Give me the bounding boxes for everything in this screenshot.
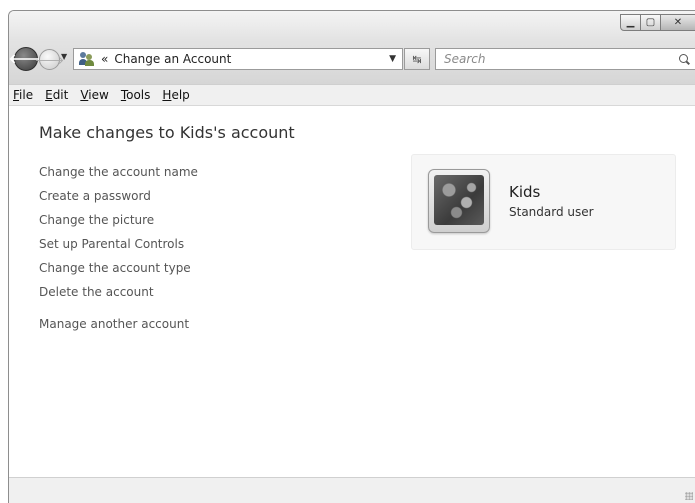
chevron-down-icon: ▼ xyxy=(61,52,68,61)
user-accounts-icon xyxy=(79,52,95,66)
close-button[interactable]: ✕ xyxy=(660,14,695,31)
maximize-button[interactable]: ▢ xyxy=(640,14,661,31)
task-change-account-name[interactable]: Change the account name xyxy=(39,164,198,188)
account-card: Kids Standard user xyxy=(411,154,676,250)
menu-help[interactable]: Help xyxy=(156,88,195,102)
navigation-bar: 🡐 🡒 ▼ « Change an Account ▼ ↹ Search xyxy=(9,46,695,72)
maximize-icon: ▢ xyxy=(645,17,656,28)
minimize-icon: ▁ xyxy=(626,17,635,28)
breadcrumb-overflow-chevron[interactable]: « xyxy=(101,52,108,66)
search-icon[interactable] xyxy=(679,54,690,65)
status-bar xyxy=(9,477,695,503)
search-input[interactable]: Search xyxy=(444,52,679,66)
task-delete-account[interactable]: Delete the account xyxy=(39,284,198,308)
task-manage-another-account[interactable]: Manage another account xyxy=(39,316,198,340)
control-panel-window: ▁ ▢ ✕ 🡐 🡒 ▼ « Change an Account ▼ ↹ Sear… xyxy=(8,10,695,503)
resize-grip[interactable] xyxy=(685,492,693,500)
account-type: Standard user xyxy=(509,205,594,219)
recent-pages-dropdown[interactable]: ▼ xyxy=(61,52,67,61)
window-chrome: ▁ ▢ ✕ 🡐 🡒 ▼ « Change an Account ▼ ↹ Sear… xyxy=(9,11,695,84)
close-icon: ✕ xyxy=(673,17,683,28)
page-title: Make changes to Kids's account xyxy=(39,123,295,142)
menu-file[interactable]: File xyxy=(9,88,39,102)
search-box[interactable]: Search xyxy=(435,48,695,70)
task-change-picture[interactable]: Change the picture xyxy=(39,212,198,236)
menu-view[interactable]: View xyxy=(74,88,114,102)
task-change-account-type[interactable]: Change the account type xyxy=(39,260,198,284)
refresh-button[interactable]: ↹ xyxy=(404,48,430,70)
menu-edit[interactable]: Edit xyxy=(39,88,74,102)
forward-button[interactable]: 🡒 xyxy=(35,49,64,70)
refresh-icon: ↹ xyxy=(412,52,422,66)
avatar xyxy=(428,169,490,233)
caption-buttons: ▁ ▢ ✕ xyxy=(620,14,695,31)
address-dropdown-icon[interactable]: ▼ xyxy=(389,54,396,64)
menu-bar: File Edit View Tools Help xyxy=(9,84,695,106)
task-parental-controls[interactable]: Set up Parental Controls xyxy=(39,236,198,260)
main-content: Make changes to Kids's account Change th… xyxy=(9,106,695,478)
menu-tools[interactable]: Tools xyxy=(115,88,157,102)
minimize-button[interactable]: ▁ xyxy=(620,14,641,31)
account-picture xyxy=(434,175,484,225)
address-bar[interactable]: « Change an Account ▼ xyxy=(73,48,403,70)
forward-arrow-icon: 🡒 xyxy=(34,53,65,67)
task-create-password[interactable]: Create a password xyxy=(39,188,198,212)
account-name: Kids xyxy=(509,183,541,201)
task-list: Change the account name Create a passwor… xyxy=(39,164,198,340)
breadcrumb-current[interactable]: Change an Account xyxy=(114,52,389,66)
